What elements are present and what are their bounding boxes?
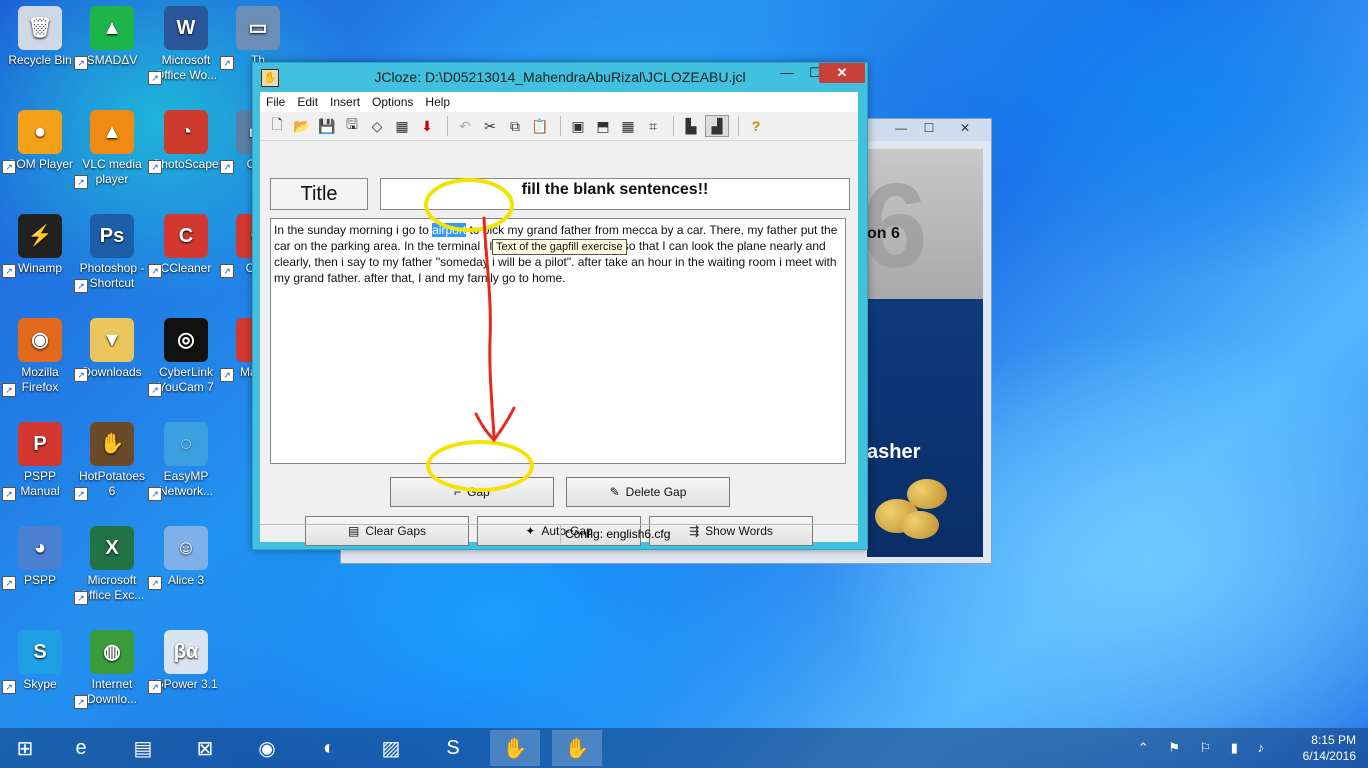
- taskbar-hotpotatoes-icon[interactable]: ✋: [490, 730, 540, 766]
- taskbar-start-icon[interactable]: ⊞: [0, 730, 50, 766]
- taskbar-internet-explorer-icon[interactable]: e: [56, 730, 106, 766]
- taskbar-sticky-notes-icon[interactable]: ▨: [366, 730, 416, 766]
- taskbar-skype-icon[interactable]: S: [428, 730, 478, 766]
- taskbar-firefox-icon[interactable]: ◉: [242, 730, 292, 766]
- taskbar-jcloze-icon[interactable]: ✋: [552, 730, 602, 766]
- taskbar-file-explorer-icon[interactable]: ▤: [118, 730, 168, 766]
- taskbar: ⊞ e ▤ ⊠ ◉ ◐ ▨ S ✋ ✋ ⌃ ⚑ ⚐ ▮ ♪ 8:15 PM 6/14/2016: [0, 728, 1368, 768]
- annotation-arrow: [474, 216, 516, 443]
- taskbar-store-icon[interactable]: ⊠: [180, 730, 230, 766]
- clock-time: 8:15 PM: [1311, 733, 1356, 747]
- taskbar-paint-icon[interactable]: ◐: [304, 730, 354, 766]
- clock-date: 6/14/2016: [1302, 749, 1356, 763]
- clock[interactable]: 8:15 PM 6/14/2016: [1303, 732, 1356, 764]
- system-tray[interactable]: ⌃ ⚑ ⚐ ▮ ♪: [1138, 740, 1272, 756]
